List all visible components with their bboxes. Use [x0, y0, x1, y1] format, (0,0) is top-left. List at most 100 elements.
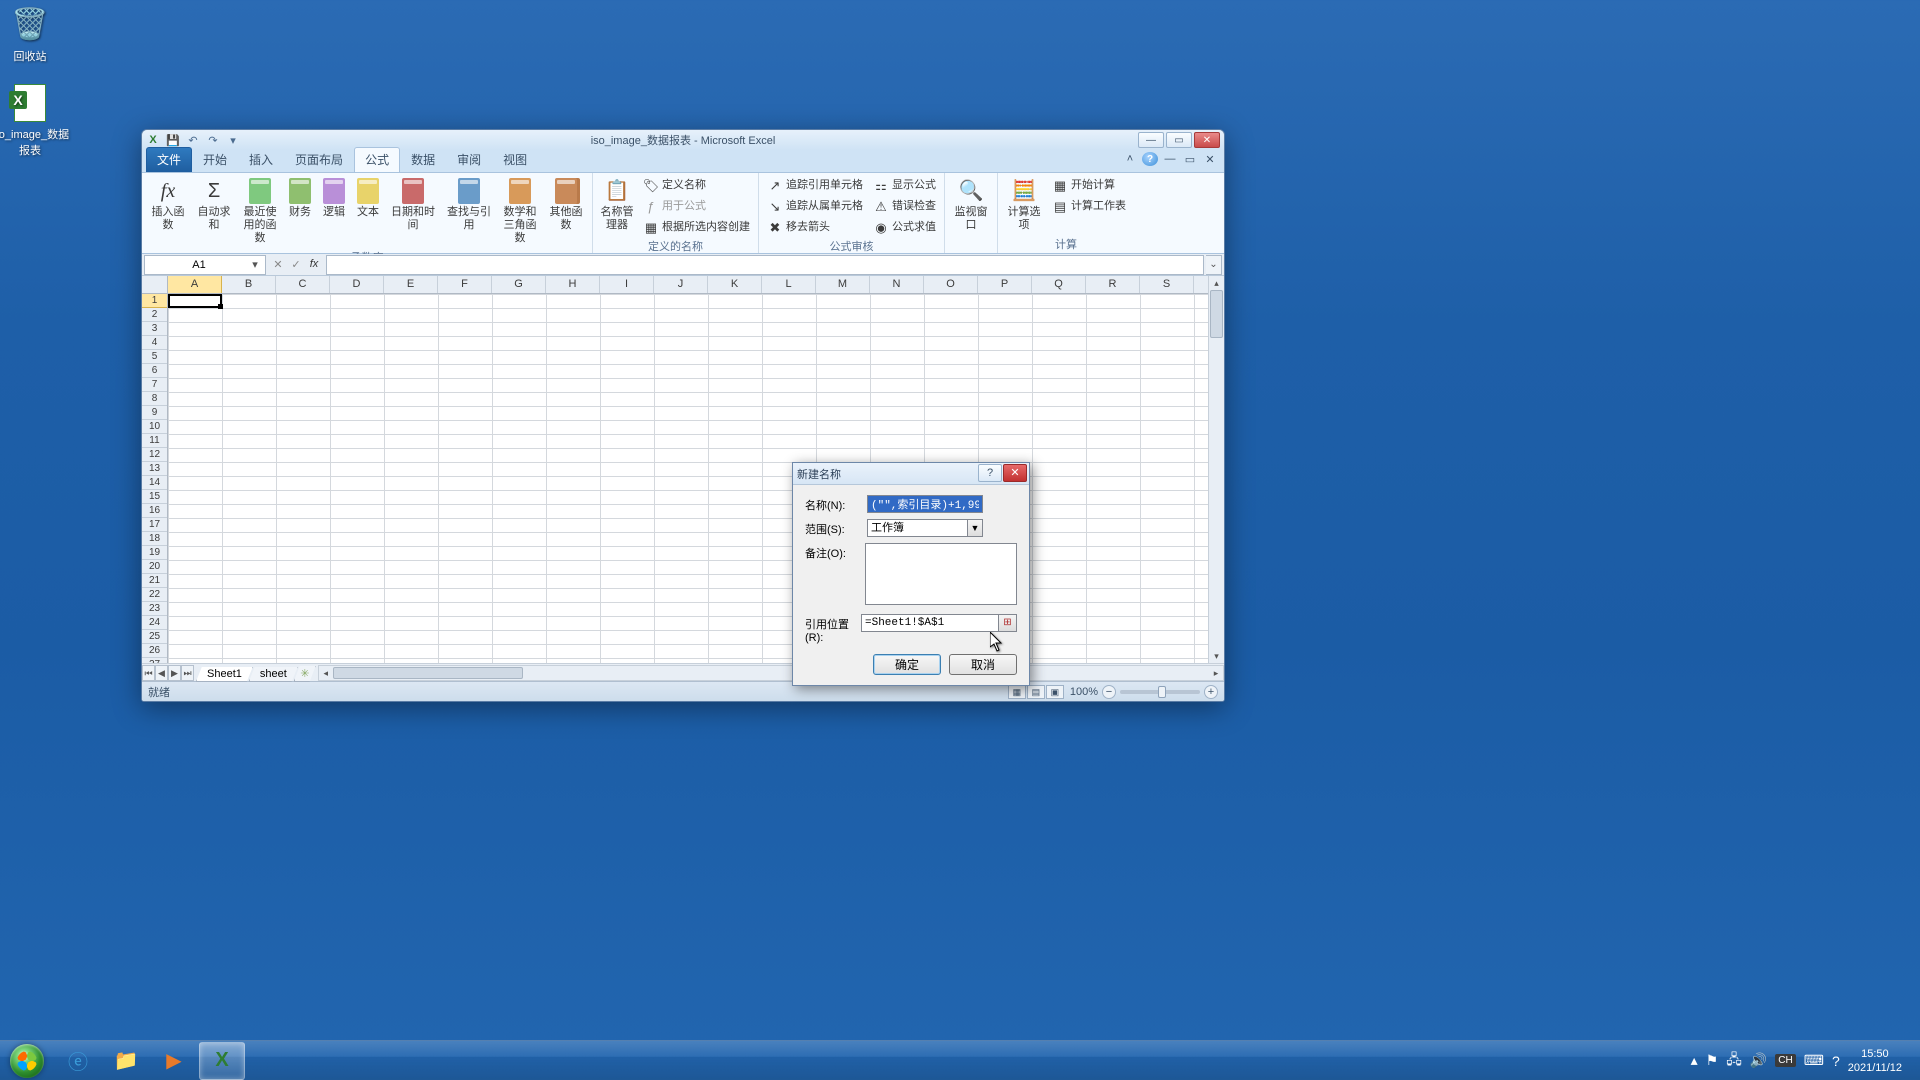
column-header[interactable]: R: [1086, 276, 1140, 293]
vscroll-thumb[interactable]: [1210, 290, 1223, 338]
column-header[interactable]: K: [708, 276, 762, 293]
column-header[interactable]: J: [654, 276, 708, 293]
ribbon-minimize-icon[interactable]: ˄: [1122, 152, 1138, 166]
tab-view[interactable]: 视图: [492, 147, 538, 172]
tray-ime-help-icon[interactable]: ?: [1832, 1053, 1840, 1069]
taskbar-explorer[interactable]: 📁: [103, 1042, 149, 1080]
start-button[interactable]: [0, 1041, 54, 1080]
row-header[interactable]: 14: [142, 476, 167, 490]
create-from-selection-button[interactable]: ▦根据所选内容创建: [639, 217, 754, 237]
select-all-corner[interactable]: [142, 276, 168, 294]
refers-to-input[interactable]: =Sheet1!$A$1: [861, 614, 999, 632]
row-header[interactable]: 11: [142, 434, 167, 448]
undo-icon[interactable]: ↶: [186, 133, 200, 147]
qat-dropdown-icon[interactable]: ▾: [226, 133, 240, 147]
column-header[interactable]: O: [924, 276, 978, 293]
save-icon[interactable]: 💾: [166, 133, 180, 147]
sheet-tab-sheet[interactable]: sheet: [249, 667, 298, 682]
trace-precedents-button[interactable]: ↗追踪引用单元格: [763, 175, 867, 195]
logical-button[interactable]: 逻辑: [318, 175, 350, 222]
doc-minimize-button[interactable]: —: [1162, 152, 1178, 166]
name-input[interactable]: [867, 495, 983, 513]
column-header[interactable]: S: [1140, 276, 1194, 293]
name-box-dropdown-icon[interactable]: ▾: [249, 258, 261, 271]
scroll-down-icon[interactable]: ▾: [1209, 649, 1224, 663]
tab-file[interactable]: 文件: [146, 147, 192, 172]
column-header[interactable]: E: [384, 276, 438, 293]
column-header[interactable]: N: [870, 276, 924, 293]
row-header[interactable]: 20: [142, 560, 167, 574]
redo-icon[interactable]: ↷: [206, 133, 220, 147]
comment-textarea[interactable]: [865, 543, 1017, 605]
recent-functions-button[interactable]: 最近使用的函数: [238, 175, 282, 248]
ime-indicator[interactable]: CH: [1775, 1054, 1795, 1067]
doc-restore-button[interactable]: ▭: [1182, 152, 1198, 166]
row-header[interactable]: 9: [142, 406, 167, 420]
row-header[interactable]: 6: [142, 364, 167, 378]
desktop-excel-file[interactable]: iso_image_数据报表: [0, 84, 70, 158]
more-functions-button[interactable]: 其他函数: [544, 175, 588, 235]
row-header[interactable]: 23: [142, 602, 167, 616]
formula-bar[interactable]: [326, 255, 1204, 275]
view-layout-icon[interactable]: ▤: [1027, 685, 1045, 699]
row-header[interactable]: 1: [142, 294, 167, 308]
dialog-help-button[interactable]: ?: [978, 464, 1002, 482]
row-header[interactable]: 17: [142, 518, 167, 532]
range-picker-icon[interactable]: ⊞: [999, 614, 1017, 632]
doc-close-button[interactable]: ✕: [1202, 152, 1218, 166]
calc-options-button[interactable]: 🧮计算选项: [1002, 175, 1046, 235]
vertical-scrollbar[interactable]: ▴ ▾: [1208, 276, 1224, 663]
tray-flag-icon[interactable]: ⚑: [1706, 1052, 1719, 1069]
minimize-button[interactable]: —: [1138, 132, 1164, 148]
error-check-button[interactable]: ⚠错误检查: [869, 196, 940, 216]
column-header[interactable]: B: [222, 276, 276, 293]
evaluate-formula-button[interactable]: ◉公式求值: [869, 217, 940, 237]
column-header[interactable]: Q: [1032, 276, 1086, 293]
trace-dependents-button[interactable]: ↘追踪从属单元格: [763, 196, 867, 216]
excel-app-icon[interactable]: X: [146, 133, 160, 147]
formula-bar-expand-icon[interactable]: ⌄: [1206, 255, 1222, 275]
tab-insert[interactable]: 插入: [238, 147, 284, 172]
column-header[interactable]: A: [168, 276, 222, 293]
row-header[interactable]: 27: [142, 658, 167, 663]
scroll-right-icon[interactable]: ▸: [1209, 666, 1223, 680]
row-header[interactable]: 24: [142, 616, 167, 630]
tab-formulas[interactable]: 公式: [354, 147, 400, 172]
column-header[interactable]: F: [438, 276, 492, 293]
datetime-button[interactable]: 日期和时间: [386, 175, 440, 235]
tray-ime-pad-icon[interactable]: ⌨: [1804, 1052, 1824, 1069]
close-button[interactable]: ✕: [1194, 132, 1220, 148]
sheet-nav-last-icon[interactable]: ⏭: [181, 665, 194, 681]
hscroll-thumb[interactable]: [333, 667, 523, 679]
calculate-sheet-button[interactable]: ▤计算工作表: [1048, 196, 1130, 216]
column-header[interactable]: P: [978, 276, 1032, 293]
scope-select[interactable]: 工作簿 ▼: [867, 519, 983, 537]
dialog-close-button[interactable]: ✕: [1003, 464, 1027, 482]
tray-network-icon[interactable]: 🖧: [1726, 1049, 1742, 1073]
sheet-nav-first-icon[interactable]: ⏮: [142, 665, 155, 681]
row-header[interactable]: 8: [142, 392, 167, 406]
row-header[interactable]: 12: [142, 448, 167, 462]
tab-home[interactable]: 开始: [192, 147, 238, 172]
column-header[interactable]: C: [276, 276, 330, 293]
tab-review[interactable]: 审阅: [446, 147, 492, 172]
lookup-button[interactable]: 查找与引用: [442, 175, 496, 235]
tray-clock[interactable]: 15:50 2021/11/12: [1848, 1047, 1902, 1075]
zoom-in-button[interactable]: +: [1204, 685, 1218, 699]
name-box[interactable]: A1 ▾: [144, 255, 266, 275]
row-header[interactable]: 15: [142, 490, 167, 504]
zoom-slider-knob[interactable]: [1158, 686, 1166, 698]
row-headers[interactable]: 1234567891011121314151617181920212223242…: [142, 294, 168, 663]
column-header[interactable]: I: [600, 276, 654, 293]
tab-data[interactable]: 数据: [400, 147, 446, 172]
horizontal-scrollbar[interactable]: ◂ ▸: [318, 665, 1224, 681]
row-header[interactable]: 26: [142, 644, 167, 658]
sheet-tab-sheet1[interactable]: Sheet1: [196, 667, 253, 682]
tray-overflow-icon[interactable]: ▴: [1691, 1052, 1698, 1069]
zoom-out-button[interactable]: −: [1102, 685, 1116, 699]
cells-area[interactable]: [168, 294, 1208, 663]
text-button[interactable]: 文本: [352, 175, 384, 222]
row-header[interactable]: 4: [142, 336, 167, 350]
taskbar-media-player[interactable]: ▶: [151, 1042, 197, 1080]
use-in-formula-button[interactable]: ƒ用于公式: [639, 196, 754, 216]
